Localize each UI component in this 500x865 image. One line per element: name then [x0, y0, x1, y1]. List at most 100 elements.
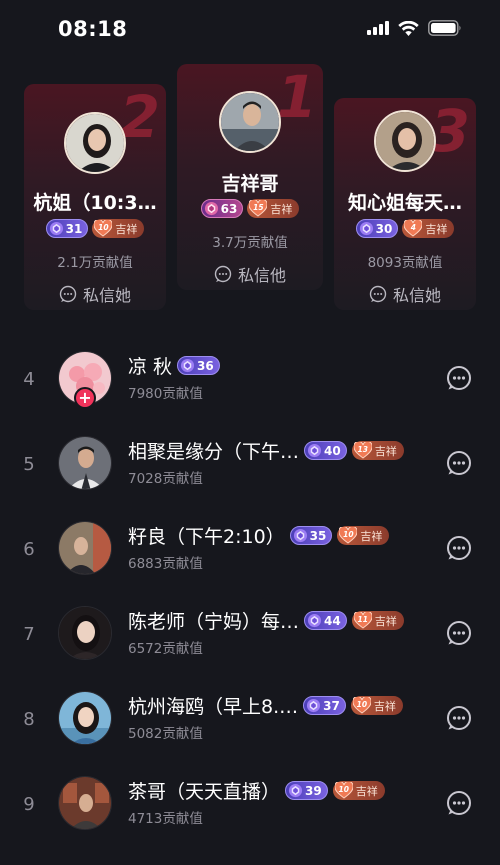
battery-icon [428, 20, 461, 36]
avatar[interactable] [58, 521, 112, 575]
badge-row: 63 15 吉祥 [177, 198, 323, 218]
rank-number: 4 [23, 369, 35, 390]
user-name: 凉 秋 [128, 356, 173, 378]
podium-name: 吉祥哥 [221, 173, 279, 195]
podium-card-rank-2[interactable]: 2 杭姐（10:3… 31 10 吉祥 2.1万贡献值 私信她 [24, 84, 166, 310]
rank-number: 6 [23, 539, 35, 560]
level-badge: 31 [45, 219, 89, 238]
badge-row: 30 4 吉祥 [334, 218, 476, 238]
fan-badge: 10 吉祥 [350, 695, 403, 715]
fan-badge: 10 吉祥 [337, 525, 390, 545]
contribution-value: 4713贡献值 [128, 811, 203, 827]
podium-name: 知心姐每天… [347, 192, 462, 214]
gem-icon [307, 698, 321, 713]
message-button[interactable]: 私信他 [177, 262, 323, 286]
heart-badge-icon: 10 [334, 780, 354, 799]
status-icons [367, 20, 462, 36]
name-row: 陈老师（宁妈）每… 44 11 吉祥 [128, 607, 404, 634]
rank-number: 5 [23, 454, 35, 475]
plus-icon[interactable]: + [74, 387, 96, 409]
message-button[interactable]: 私信她 [24, 282, 166, 306]
heart-badge-icon: 10 [338, 525, 358, 544]
avatar[interactable] [219, 91, 281, 153]
message-bubble-icon[interactable] [446, 620, 472, 646]
message-bubble-icon[interactable] [446, 535, 472, 561]
contribution-value: 6572贡献值 [128, 641, 203, 657]
rank-number: 9 [23, 794, 35, 815]
message-bubble-icon [214, 265, 232, 283]
message-bubble-icon[interactable] [446, 790, 472, 816]
rank-number: 7 [23, 624, 35, 645]
name-row: 杭州海鸥（早上8.… 37 10 吉祥 [128, 692, 403, 719]
list-item[interactable]: 9 茶哥（天天直播） 39 10 吉祥 4713贡献值 [0, 768, 500, 853]
contribution-value: 8093贡献值 [367, 255, 443, 271]
message-bubble-icon[interactable] [446, 705, 472, 731]
level-badge: 63 [200, 199, 244, 218]
list-item[interactable]: 4 + 凉 秋 36 7980贡献值 [0, 343, 500, 428]
podium-name: 杭姐（10:3… [33, 192, 157, 214]
user-name: 相聚是缘分（下午… [128, 441, 300, 463]
wifi-icon [398, 20, 419, 36]
level-badge: 44 [304, 611, 347, 630]
level-badge: 37 [303, 696, 346, 715]
heart-badge-icon: 10 [352, 695, 372, 714]
gem-icon [359, 221, 373, 236]
level-badge: 40 [304, 441, 347, 460]
level-badge: 36 [177, 356, 220, 375]
contribution-value: 6883贡献值 [128, 556, 203, 572]
heart-badge-icon: 15 [248, 198, 268, 217]
podium-rank-number: 2 [119, 84, 160, 151]
heart-badge-icon: 11 [353, 610, 373, 629]
list-item[interactable]: 8 杭州海鸥（早上8.… 37 10 吉祥 5082贡献值 [0, 683, 500, 768]
avatar[interactable] [64, 112, 126, 174]
list-item[interactable]: 6 籽良（下午2:10） 35 10 吉祥 6883贡献值 [0, 513, 500, 598]
contribution-value: 3.7万贡献值 [212, 235, 288, 251]
level-badge: 30 [355, 219, 399, 238]
fan-badge: 11 吉祥 [351, 610, 404, 630]
contribution-value: 7980贡献值 [128, 386, 203, 402]
heart-badge-icon: 10 [93, 218, 113, 237]
message-bubble-icon[interactable] [446, 365, 472, 391]
status-bar: 08:18 [0, 0, 500, 60]
avatar[interactable] [58, 436, 112, 490]
avatar[interactable] [58, 776, 112, 830]
heart-badge-icon: 13 [353, 440, 373, 459]
message-bubble-icon[interactable] [446, 450, 472, 476]
avatar[interactable] [58, 691, 112, 745]
podium-rank-number: 3 [429, 98, 470, 165]
message-bubble-icon [369, 285, 387, 303]
avatar[interactable] [374, 110, 436, 172]
gem-icon [293, 528, 307, 543]
name-row: 凉 秋 36 [128, 352, 220, 379]
podium-card-rank-1[interactable]: 1 吉祥哥 63 15 吉祥 3.7万贡献值 私信他 [177, 64, 323, 290]
level-badge: 35 [289, 526, 333, 545]
gem-icon [49, 221, 63, 236]
fan-badge: 4 吉祥 [402, 218, 455, 238]
contribution-value: 2.1万贡献值 [57, 255, 133, 271]
contribution-value: 5082贡献值 [128, 726, 203, 742]
gem-icon [307, 613, 322, 628]
name-row: 籽良（下午2:10） 35 10 吉祥 [128, 522, 390, 549]
fan-badge: 13 吉祥 [351, 440, 404, 460]
badge-row: 31 10 吉祥 [24, 218, 166, 238]
signal-icon [367, 21, 389, 35]
gem-icon [288, 783, 303, 798]
avatar[interactable] [58, 606, 112, 660]
message-button[interactable]: 私信她 [334, 282, 476, 306]
level-badge: 39 [285, 781, 328, 800]
podium-card-rank-3[interactable]: 3 知心姐每天… 30 4 吉祥 8093贡献值 私信她 [334, 98, 476, 310]
status-time: 08:18 [58, 17, 128, 41]
user-name: 杭州海鸥（早上8.… [128, 696, 299, 718]
contribution-value: 7028贡献值 [128, 471, 203, 487]
fan-badge: 10 吉祥 [92, 218, 145, 238]
list-item[interactable]: 5 相聚是缘分（下午… 40 13 吉祥 7028贡献值 [0, 428, 500, 513]
fan-badge: 15 吉祥 [247, 198, 300, 218]
name-row: 相聚是缘分（下午… 40 13 吉祥 [128, 437, 404, 464]
list-item[interactable]: 7 陈老师（宁妈）每… 44 11 吉祥 6572贡献值 [0, 598, 500, 683]
name-row: 茶哥（天天直播） 39 10 吉祥 [128, 777, 385, 804]
podium-rank-number: 1 [276, 64, 317, 131]
gem-icon [307, 443, 322, 458]
user-name: 籽良（下午2:10） [128, 526, 285, 548]
rank-number: 8 [23, 709, 35, 730]
gem-icon [204, 201, 218, 216]
